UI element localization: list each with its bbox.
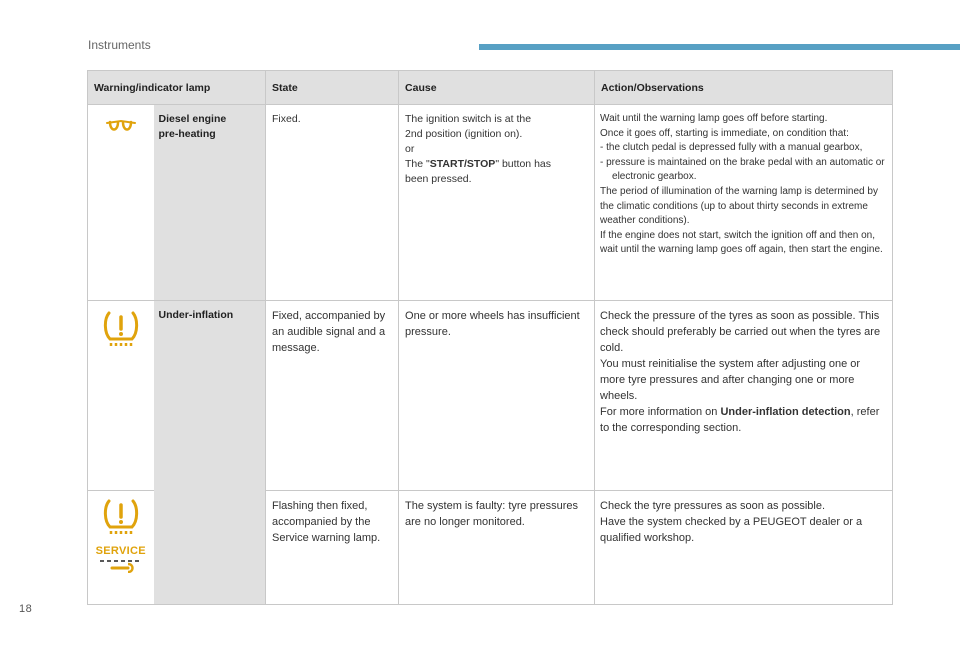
section-accent-bar bbox=[479, 44, 960, 50]
lamp-name-cont: pre-heating bbox=[158, 128, 216, 140]
action-cell: Check the tyre pressures as soon as poss… bbox=[594, 490, 894, 605]
state-text: Flashing then fixed, accompanied by the … bbox=[272, 500, 381, 544]
cause-text: " button has bbox=[495, 158, 551, 170]
page-number: 18 bbox=[19, 603, 33, 615]
cause-text: The " bbox=[405, 158, 430, 170]
state-text: Fixed. bbox=[272, 113, 301, 125]
cause-or: or bbox=[405, 143, 415, 155]
service-label: SERVICE bbox=[95, 545, 146, 557]
action-text: Have the system checked by a PEUGEOT dea… bbox=[600, 516, 863, 544]
lamp-name: Under-inflation bbox=[158, 309, 234, 321]
state-cell: Flashing then fixed, accompanied by the … bbox=[265, 490, 400, 605]
action-text: The period of illumination of the warnin… bbox=[600, 185, 878, 227]
action-text-reference: For more information on Under-inflation … bbox=[600, 404, 887, 436]
cause-cell: The system is faulty: tyre pressures are… bbox=[398, 490, 596, 605]
icon-cell bbox=[87, 300, 154, 491]
cause-text: The system is faulty: tyre pressures are… bbox=[405, 500, 579, 528]
column-header-action: Action/Observations bbox=[594, 70, 894, 105]
cause-cell: The ignition switch is at the 2nd positi… bbox=[398, 104, 596, 301]
cause-cell: One or more wheels has insufficient pres… bbox=[398, 300, 596, 491]
cause-text: One or more wheels has insufficient pres… bbox=[405, 310, 580, 338]
action-dash-item: - pressure is maintained on the brake pe… bbox=[600, 156, 885, 183]
action-cell: Wait until the warning lamp goes off bef… bbox=[594, 104, 894, 301]
section-reference: Under-inflation detection bbox=[720, 406, 851, 418]
action-text: Check the tyre pressures as soon as poss… bbox=[600, 500, 826, 512]
action-text: Wait until the warning lamp goes off bef… bbox=[600, 113, 828, 124]
state-text: Fixed, accompanied by an audible signal … bbox=[272, 310, 386, 354]
start-stop-label: START/STOP bbox=[429, 158, 496, 170]
cause-line: 2nd position (ignition on). bbox=[405, 128, 523, 140]
lamp-name-cell: Diesel engine pre-heating bbox=[153, 104, 267, 301]
column-header-state: State bbox=[265, 70, 400, 105]
action-text: For more information on bbox=[600, 406, 721, 418]
state-cell: Fixed. bbox=[265, 104, 400, 301]
cause-line: been pressed. bbox=[405, 173, 472, 185]
cause-line: The ignition switch is at the bbox=[405, 113, 532, 125]
column-header-cause: Cause bbox=[398, 70, 596, 105]
tyre-pressure-warning-icon bbox=[103, 499, 138, 534]
tyre-pressure-service-icon: SERVICE bbox=[88, 497, 154, 578]
column-header-lamp: Warning/indicator lamp bbox=[86, 70, 267, 105]
warning-lamp-table: Warning/indicator lamp State Cause Actio… bbox=[86, 70, 894, 605]
tyre-pressure-warning-icon bbox=[103, 311, 138, 346]
icon-cell: SERVICE bbox=[87, 490, 154, 605]
action-text: Once it goes off, starting is immediate,… bbox=[600, 127, 849, 139]
action-cell: Check the pressure of the tyres as soon … bbox=[594, 300, 894, 491]
lamp-name-cell: Under-inflation bbox=[153, 300, 267, 605]
table-row-underinflation: Under-inflation Fixed, accompanied by an… bbox=[87, 300, 894, 605]
action-text: If the engine does not start, switch the… bbox=[600, 229, 883, 256]
glow-plug-icon bbox=[105, 119, 136, 131]
table-header-row: Warning/indicator lamp State Cause Actio… bbox=[86, 70, 894, 105]
action-text: You must reinitialise the system after a… bbox=[600, 358, 861, 402]
table-row-preheating: Diesel engine pre-heating Fixed. The ign… bbox=[87, 104, 894, 301]
action-dash-item: - the clutch pedal is depressed fully wi… bbox=[600, 142, 863, 154]
action-text: Check the pressure of the tyres as soon … bbox=[600, 310, 881, 354]
icon-cell bbox=[87, 104, 154, 301]
lamp-name: Diesel engine bbox=[158, 113, 227, 125]
cause-line-start-stop: The "START/STOP" button has bbox=[405, 157, 589, 172]
state-cell: Fixed, accompanied by an audible signal … bbox=[265, 300, 400, 491]
wrench-icon bbox=[99, 560, 142, 574]
section-title: Instruments bbox=[88, 38, 151, 52]
